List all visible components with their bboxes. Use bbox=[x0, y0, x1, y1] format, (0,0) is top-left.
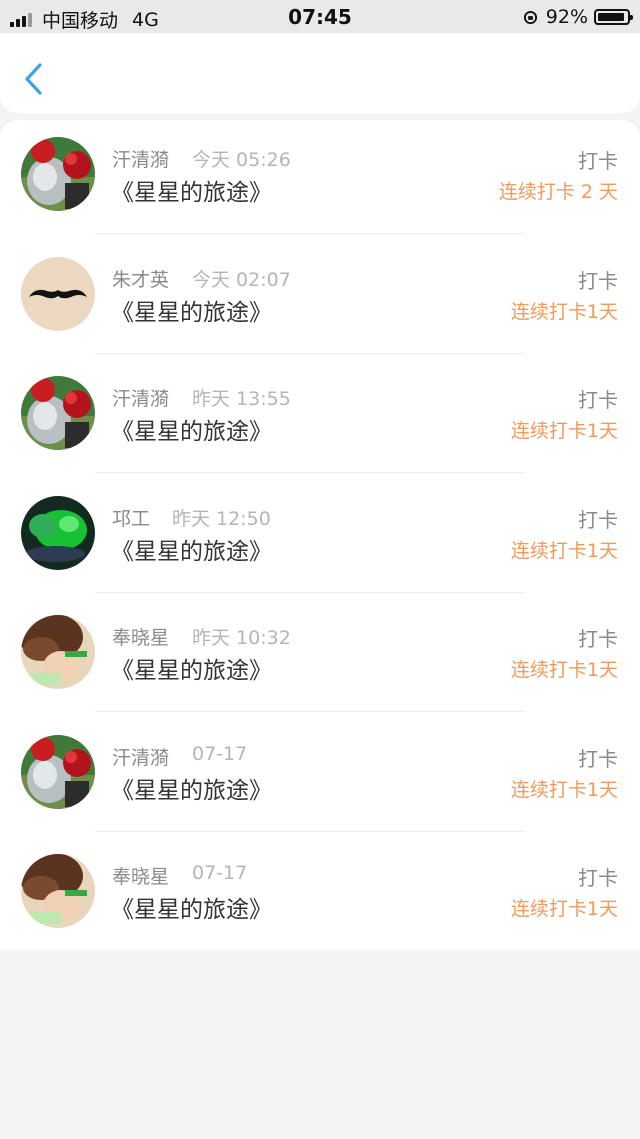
user-name: 汗清漪 bbox=[112, 149, 170, 171]
streak-badge: 连续打卡1天 bbox=[510, 300, 618, 323]
list-item[interactable]: 朱才英 今天 02:07 《星星的旅途》 打卡连续打卡1天 bbox=[0, 240, 640, 359]
list-item[interactable]: 邛工 昨天 12:50 《星星的旅途》 打卡连续打卡1天 bbox=[0, 479, 640, 598]
streak-badge: 连续打卡1天 bbox=[510, 539, 618, 562]
checkin-label: 打卡 bbox=[578, 268, 618, 293]
divider bbox=[95, 830, 525, 832]
user-name: 奉晓星 bbox=[112, 866, 170, 888]
avatar[interactable] bbox=[21, 376, 95, 450]
user-name: 汗清漪 bbox=[112, 388, 170, 410]
battery-percent: 92% bbox=[545, 6, 588, 28]
user-name: 朱才英 bbox=[112, 268, 170, 291]
list-item[interactable]: 汗清漪 07-17 《星星的旅途》 打卡连续打卡1天 bbox=[0, 718, 640, 837]
avatar[interactable] bbox=[21, 615, 95, 689]
divider bbox=[95, 591, 525, 593]
checkin-label: 打卡 bbox=[578, 746, 618, 771]
list-item[interactable]: 汗清漪 今天 05:26 《星星的旅途》 打卡连续打卡 2 天 bbox=[0, 120, 640, 239]
user-name: 邛工 bbox=[112, 507, 151, 530]
avatar[interactable] bbox=[21, 734, 95, 809]
checkin-label: 打卡 bbox=[578, 507, 618, 532]
book-title: 《星星的旅途》 bbox=[111, 180, 272, 206]
avatar[interactable] bbox=[21, 137, 95, 211]
checkin-time: 昨天 10:32 bbox=[192, 627, 291, 649]
user-name: 汗清漪 bbox=[112, 746, 170, 769]
nav-header bbox=[0, 33, 640, 113]
back-button[interactable] bbox=[20, 61, 50, 97]
checkin-time: 昨天 12:50 bbox=[172, 507, 271, 530]
avatar[interactable] bbox=[21, 854, 95, 928]
checkin-time: 07-17 bbox=[192, 862, 248, 884]
checkin-time: 今天 02:07 bbox=[192, 268, 291, 291]
streak-badge: 连续打卡1天 bbox=[510, 420, 618, 442]
divider bbox=[95, 352, 525, 354]
battery-icon bbox=[594, 9, 633, 25]
streak-badge: 连续打卡1天 bbox=[510, 898, 618, 920]
checkin-list: 汗清漪 今天 05:26 《星星的旅途》 打卡 连续打卡 2 天 朱才英 今天 02:07… bbox=[0, 120, 640, 950]
book-title: 《星星的旅途》 bbox=[111, 777, 272, 804]
avatar[interactable] bbox=[21, 256, 95, 331]
book-title: 《星星的旅途》 bbox=[111, 658, 272, 684]
checkin-label: 打卡 bbox=[578, 627, 618, 651]
status-bar: 中国移动 4G 07:45 92% bbox=[0, 0, 640, 33]
list-item[interactable]: 汗清漪 昨天 13:55 《星星的旅途》 打卡连续打卡1天 bbox=[0, 359, 640, 478]
checkin-label: 打卡 bbox=[578, 149, 618, 173]
streak-badge: 连续打卡 2 天 bbox=[498, 181, 618, 203]
streak-badge: 连续打卡1天 bbox=[510, 659, 618, 681]
divider bbox=[95, 472, 525, 473]
checkin-label: 打卡 bbox=[578, 388, 618, 412]
divider bbox=[95, 233, 525, 234]
avatar[interactable] bbox=[21, 495, 95, 570]
checkin-time: 今天 05:26 bbox=[192, 149, 291, 171]
user-name: 奉晓星 bbox=[112, 627, 170, 649]
chevron-left-icon bbox=[25, 63, 42, 95]
checkin-time: 07-17 bbox=[192, 742, 248, 765]
book-title: 《星星的旅途》 bbox=[111, 419, 272, 445]
rotation-lock-icon bbox=[523, 10, 537, 24]
checkin-time: 昨天 13:55 bbox=[192, 388, 291, 410]
list-item[interactable]: 奉晓星 07-17 《星星的旅途》 打卡连续打卡1天 bbox=[0, 837, 640, 956]
book-title: 《星星的旅途》 bbox=[111, 897, 272, 923]
book-title: 《星星的旅途》 bbox=[111, 538, 272, 565]
book-title: 《星星的旅途》 bbox=[111, 299, 272, 326]
streak-badge: 连续打卡1天 bbox=[510, 778, 618, 801]
checkin-label: 打卡 bbox=[578, 866, 618, 890]
list-item[interactable]: 奉晓星 昨天 10:32 《星星的旅途》 打卡连续打卡1天 bbox=[0, 598, 640, 717]
divider bbox=[95, 711, 525, 712]
